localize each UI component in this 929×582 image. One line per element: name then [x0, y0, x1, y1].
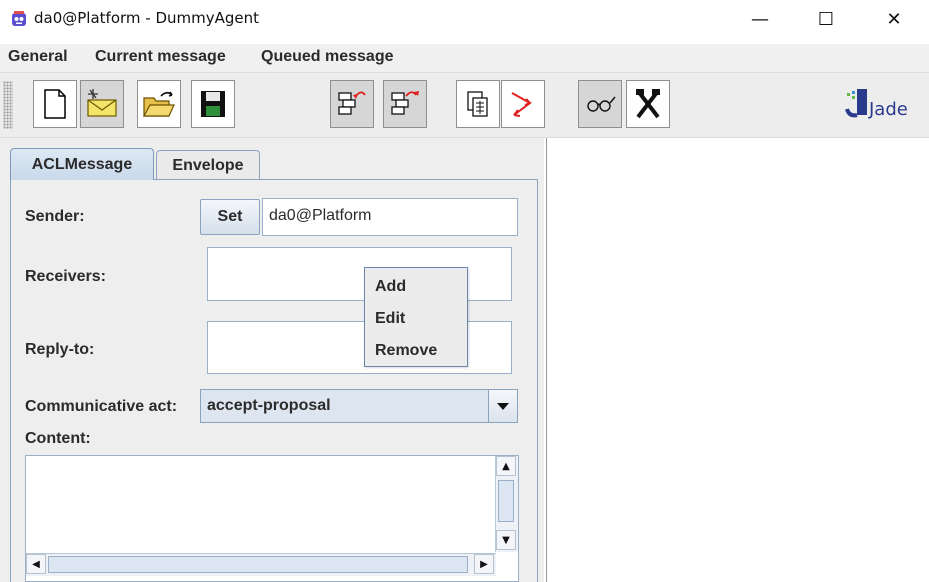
horizontal-scroll-thumb[interactable]: [48, 556, 468, 573]
set-sender-button[interactable]: Set: [200, 199, 260, 235]
vertical-scrollbar[interactable]: ▲ ▼: [495, 456, 518, 552]
communicative-act-label: Communicative act:: [25, 398, 178, 415]
tab-aclmessage[interactable]: ACLMessage: [10, 148, 154, 180]
tab-envelope[interactable]: Envelope: [156, 150, 260, 180]
reply-to-label: Reply-to:: [25, 341, 95, 358]
view-button[interactable]: [578, 80, 622, 128]
sender-field[interactable]: da0@Platform: [262, 198, 518, 236]
reply-icon: [391, 91, 419, 115]
scroll-left-button[interactable]: ◀: [26, 554, 46, 574]
content-label: Content:: [25, 430, 91, 447]
scroll-up-button[interactable]: ▲: [496, 456, 516, 476]
menu-item-remove[interactable]: Remove: [375, 342, 437, 360]
sender-label: Sender:: [25, 208, 85, 225]
open-mailbox-icon: [87, 89, 117, 117]
open-folder-icon: [142, 91, 175, 117]
communicative-act-select[interactable]: accept-proposal: [200, 389, 518, 423]
title-bar: da0@Platform - DummyAgent — ☐ ✕: [0, 0, 929, 38]
send-button[interactable]: [330, 80, 374, 128]
menu-item-edit[interactable]: Edit: [375, 310, 405, 328]
queue-icon: [467, 91, 488, 117]
save-icon: [201, 91, 225, 117]
route-button[interactable]: [501, 80, 545, 128]
close-button[interactable]: ✕: [871, 4, 917, 34]
scroll-down-button[interactable]: ▼: [496, 530, 516, 550]
delete-button[interactable]: [626, 80, 670, 128]
open-mailbox-button[interactable]: [80, 80, 124, 128]
vertical-scroll-thumb[interactable]: [498, 480, 514, 522]
app-icon: [12, 11, 26, 26]
send-icon: [338, 91, 366, 115]
new-message-button[interactable]: [33, 80, 77, 128]
message-queue-panel[interactable]: [546, 138, 929, 582]
queue-button[interactable]: [456, 80, 500, 128]
scroll-right-button[interactable]: ▶: [474, 554, 494, 574]
reply-button[interactable]: [383, 80, 427, 128]
menu-general[interactable]: General: [8, 48, 68, 66]
chevron-down-icon: [497, 403, 509, 410]
menu-queued-message[interactable]: Queued message: [261, 48, 394, 66]
new-message-icon: [44, 89, 66, 119]
sender-value: da0@Platform: [269, 207, 372, 224]
horizontal-scrollbar[interactable]: ◀ ▶: [26, 553, 496, 576]
content-textarea[interactable]: ▲ ▼ ◀ ▶: [25, 455, 519, 582]
delete-x-icon: [636, 89, 660, 119]
context-menu: Add Edit Remove: [364, 267, 468, 367]
communicative-act-value: accept-proposal: [207, 397, 331, 414]
open-folder-button[interactable]: [137, 80, 181, 128]
toolbar-grip[interactable]: [3, 81, 13, 129]
menu-bar: General Current message Queued message: [0, 44, 929, 72]
jade-logo: Jade: [841, 85, 923, 125]
dropdown-arrow[interactable]: [488, 390, 517, 422]
view-glasses-icon: [587, 96, 616, 112]
route-icon: [511, 92, 532, 117]
receivers-label: Receivers:: [25, 268, 106, 285]
window-title: da0@Platform - DummyAgent: [34, 9, 260, 27]
toolbar: Jade: [0, 72, 929, 138]
maximize-button[interactable]: ☐: [803, 4, 849, 34]
save-button[interactable]: [191, 80, 235, 128]
menu-current-message[interactable]: Current message: [95, 48, 226, 66]
menu-item-add[interactable]: Add: [375, 278, 406, 296]
logo-text: Jade: [868, 99, 908, 120]
minimize-button[interactable]: —: [737, 4, 783, 34]
